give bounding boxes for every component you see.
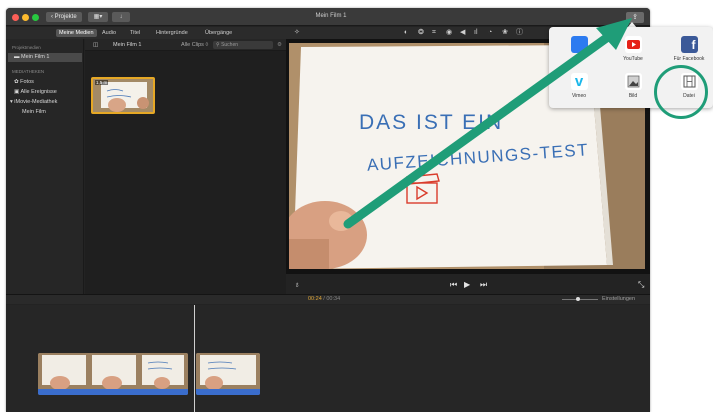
- annotation-arrow: [343, 18, 632, 229]
